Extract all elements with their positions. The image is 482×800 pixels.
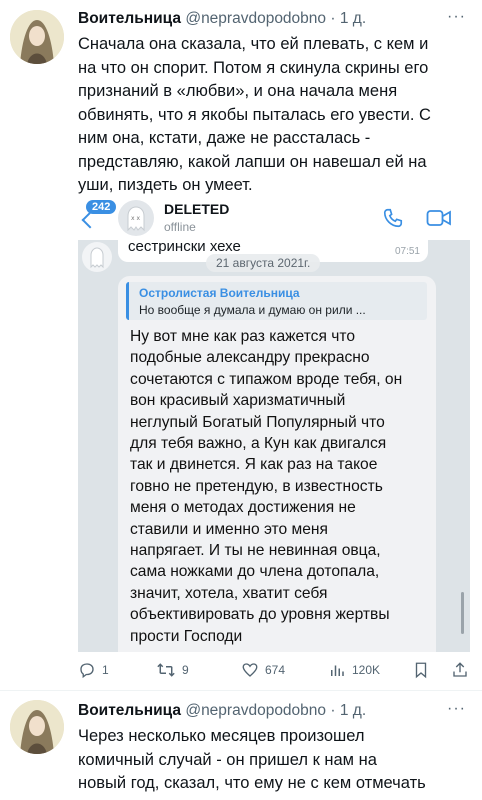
contact-status: offline — [164, 220, 196, 234]
deleted-account-avatar: x x — [118, 200, 154, 236]
message-time: 07:51 — [394, 246, 420, 257]
author-handle[interactable]: @nepravdopodobno — [185, 702, 326, 719]
contact-name: DELETED — [164, 201, 230, 217]
avatar[interactable] — [10, 700, 64, 754]
retweet-icon — [157, 663, 175, 677]
scrollbar[interactable] — [461, 592, 464, 634]
more-options-icon[interactable]: ··· — [447, 700, 466, 718]
author-name[interactable]: Воительница — [78, 10, 181, 27]
sender-avatar — [82, 242, 112, 272]
tweet-text: Через несколько месяцев произошел комичн… — [78, 727, 426, 792]
attached-screenshot[interactable]: 242 x x DELETED offline сестрински хехе … — [78, 196, 470, 652]
share-icon — [453, 662, 467, 677]
reply-quote[interactable]: Остролистая Воительница Но вообще я дума… — [126, 282, 427, 320]
reply-count: 1 — [102, 663, 109, 677]
author-name[interactable]: Воительница — [78, 702, 181, 719]
unread-badge: 242 — [86, 200, 117, 214]
reply-icon — [80, 663, 94, 679]
tweet-actions: 1 9 674 120K — [78, 660, 470, 680]
retweet-count: 9 — [182, 663, 189, 677]
tweet-time[interactable]: 1 д. — [340, 702, 366, 719]
heart-icon — [242, 663, 258, 677]
tweet-time[interactable]: 1 д. — [340, 10, 366, 27]
message-text: Ну вот мне как раз кажется что подобные … — [130, 328, 403, 645]
retweet-button[interactable]: 9 — [156, 660, 189, 680]
tweet-2: Воительница @nepravdopodobno · 1 д. ··· … — [0, 692, 482, 800]
like-count: 674 — [265, 663, 286, 677]
avatar[interactable] — [10, 10, 64, 64]
views-icon — [331, 665, 344, 676]
like-button[interactable]: 674 — [241, 660, 285, 680]
tweet-divider — [0, 690, 482, 691]
back-chevron-icon — [81, 211, 99, 229]
tweet-text: Сначала она сказала, что ей плевать, с к… — [78, 35, 431, 194]
bookmark-button[interactable] — [412, 660, 430, 680]
message-bubble: Остролистая Воительница Но вообще я дума… — [118, 276, 436, 652]
quote-author: Остролистая Воительница — [139, 286, 300, 300]
phone-icon[interactable] — [382, 207, 404, 229]
chat-header: 242 x x DELETED offline — [78, 196, 470, 240]
tweet-header: Воительница @nepravdopodobno · 1 д. — [78, 10, 367, 27]
video-call-icon[interactable] — [426, 208, 452, 228]
reply-button[interactable]: 1 — [78, 660, 109, 680]
svg-text:x x: x x — [131, 215, 140, 222]
tweet-header: Воительница @nepravdopodobno · 1 д. — [78, 702, 367, 719]
views-count: 120K — [352, 663, 381, 677]
date-separator: 21 августа 2021г. — [206, 254, 321, 272]
views-button[interactable]: 120K — [328, 660, 380, 680]
author-handle[interactable]: @nepravdopodobno — [185, 10, 326, 27]
quote-text: Но вообще я думала и думаю он рили ... — [139, 303, 366, 317]
share-button[interactable] — [451, 660, 469, 680]
bookmark-icon — [415, 662, 427, 679]
tweet-1: Воительница @nepravdopodobno · 1 д. ··· … — [0, 0, 482, 690]
more-options-icon[interactable]: ··· — [447, 8, 466, 26]
